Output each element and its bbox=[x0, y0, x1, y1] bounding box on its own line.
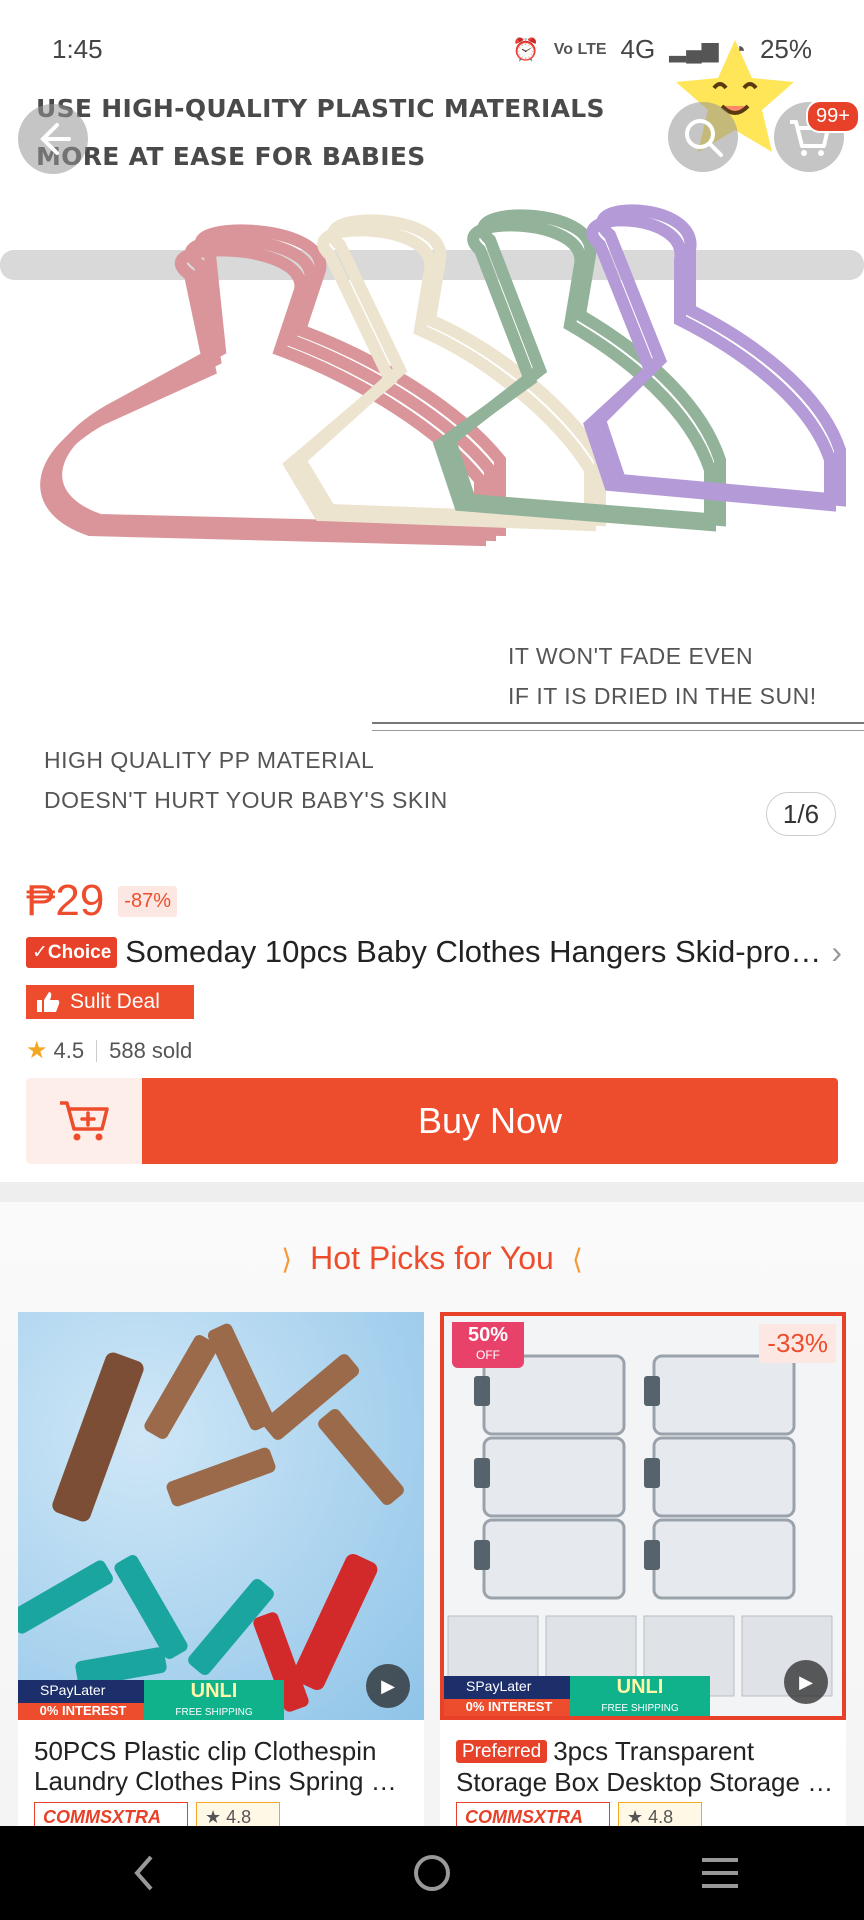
system-navigation-bar bbox=[0, 1826, 864, 1920]
caption-line: IF IT IS DRIED IN THE SUN! bbox=[508, 683, 817, 709]
card-name-line: 50PCS Plastic clip Clothespin bbox=[34, 1736, 377, 1766]
hangers-illustration bbox=[0, 204, 864, 547]
sparkle-right-icon: ⟨ bbox=[571, 1244, 583, 1275]
card-name-line: Storage Box Desktop Storage Organizer bbox=[456, 1767, 836, 1797]
recents-menu-icon bbox=[702, 1858, 738, 1888]
hot-picks-section: ⟩ Hot Picks for You ⟨ SPayLater 0% INTER… bbox=[0, 1202, 864, 1842]
purchase-action-bar: Buy Now bbox=[26, 1078, 838, 1164]
home-circle-icon bbox=[414, 1855, 450, 1891]
product-card[interactable]: 50% OFF -33% SPayLater 0% INTEREST UNLI … bbox=[440, 1312, 846, 1842]
off-percent-badge: 50% OFF bbox=[452, 1322, 524, 1368]
storage-box-illustration bbox=[447, 1354, 833, 1697]
status-time: 1:45 bbox=[52, 34, 103, 64]
interest-label: 0% INTEREST bbox=[444, 1699, 574, 1716]
back-arrow-icon bbox=[40, 123, 71, 155]
sold-count: 588 sold bbox=[109, 1037, 193, 1063]
product-title-row[interactable]: ✓Choice Someday 10pcs Baby Clothes Hange… bbox=[26, 930, 842, 974]
product-card-image: SPayLater 0% INTEREST UNLI FREE SHIPPING… bbox=[18, 1312, 424, 1720]
rating-row[interactable]: ★ 4.5 588 sold bbox=[26, 1036, 192, 1065]
alarm-icon: ⏰ bbox=[512, 36, 540, 62]
hero-caption-fade: IT WON'T FADE EVEN IF IT IS DRIED IN THE… bbox=[508, 636, 817, 716]
discount-badge: -87% bbox=[118, 885, 177, 917]
hot-picks-header: ⟩ Hot Picks for You ⟨ bbox=[0, 1240, 864, 1277]
free-shipping-label: FREE SHIPPING bbox=[175, 1707, 253, 1718]
product-card[interactable]: SPayLater 0% INTEREST UNLI FREE SHIPPING… bbox=[18, 1312, 424, 1842]
battery-level: 25% bbox=[759, 34, 812, 64]
caption-line: IT WON'T FADE EVEN bbox=[508, 643, 754, 669]
spaylater-label: SPayLater bbox=[466, 1678, 532, 1694]
back-button[interactable] bbox=[18, 104, 88, 174]
spaylater-badge: SPayLater 0% INTEREST bbox=[18, 1680, 148, 1720]
caption-line: DOESN'T HURT YOUR BABY'S SKIN bbox=[44, 787, 448, 813]
product-title: Someday 10pcs Baby Clothes Hangers Skid-… bbox=[125, 934, 825, 969]
signal-icon: ▂▄▆ bbox=[669, 36, 719, 62]
add-to-cart-button[interactable] bbox=[26, 1078, 142, 1164]
cart-count-badge: 99+ bbox=[806, 100, 860, 133]
off-label: OFF bbox=[476, 1348, 500, 1362]
unli-label: UNLI bbox=[616, 1676, 664, 1698]
card-discount-badge: -33% bbox=[759, 1324, 836, 1363]
hot-picks-title: Hot Picks for You bbox=[310, 1240, 554, 1276]
free-shipping-label: FREE SHIPPING bbox=[601, 1703, 679, 1714]
unli-shipping-badge: UNLI FREE SHIPPING bbox=[570, 1676, 710, 1716]
buy-now-button[interactable]: Buy Now bbox=[142, 1078, 838, 1164]
image-counter: 1/6 bbox=[766, 792, 836, 836]
unli-shipping-badge: UNLI FREE SHIPPING bbox=[144, 1680, 284, 1720]
product-price: ₱29 bbox=[26, 876, 105, 925]
product-card-image: 50% OFF -33% SPayLater 0% INTEREST UNLI … bbox=[440, 1312, 846, 1720]
search-button[interactable] bbox=[668, 102, 738, 172]
promo-strip: SPayLater 0% INTEREST UNLI FREE SHIPPING bbox=[444, 1676, 842, 1716]
thumbs-up-icon bbox=[26, 985, 70, 1019]
card-name-text: 3pcs Transparent bbox=[553, 1736, 755, 1766]
deal-label: Sulit Deal bbox=[70, 990, 160, 1013]
back-chevron-icon bbox=[134, 1855, 153, 1891]
play-video-icon[interactable]: ▶ bbox=[366, 1664, 410, 1708]
data-saver-icon: ◔ bbox=[732, 36, 746, 62]
hero-divider-line bbox=[372, 730, 864, 731]
sparkle-left-icon: ⟩ bbox=[281, 1244, 293, 1275]
chevron-right-icon: › bbox=[831, 934, 842, 970]
interest-label: 0% INTEREST bbox=[18, 1703, 148, 1720]
off-percent-value: 50% bbox=[467, 1324, 509, 1346]
choice-badge: ✓Choice bbox=[26, 936, 118, 968]
clothespins-illustration bbox=[18, 1323, 404, 1712]
hero-divider-line bbox=[372, 722, 864, 724]
system-home-button[interactable] bbox=[372, 1843, 492, 1903]
promo-strip: SPayLater 0% INTEREST UNLI FREE SHIPPING bbox=[18, 1680, 424, 1720]
add-to-cart-icon bbox=[60, 1101, 109, 1141]
card-name-line: Laundry Clothes Pins Spring Clips bbox=[34, 1766, 414, 1796]
preferred-badge: Preferred bbox=[456, 1740, 548, 1763]
product-card-name: 50PCS Plastic clip Clothespin Laundry Cl… bbox=[34, 1736, 414, 1796]
product-card-name: Preferred 3pcs Transparent Storage Box De… bbox=[456, 1736, 836, 1797]
section-divider bbox=[0, 1182, 864, 1202]
search-icon bbox=[685, 119, 723, 157]
star-icon: ★ bbox=[26, 1037, 48, 1064]
system-back-button[interactable] bbox=[84, 1843, 204, 1903]
status-indicators: ⏰ Vo LTE 4G ▂▄▆ ◔ 25% bbox=[512, 34, 812, 65]
play-video-icon[interactable]: ▶ bbox=[784, 1660, 828, 1704]
caption-line: HIGH QUALITY PP MATERIAL bbox=[44, 747, 375, 773]
network-type: 4G bbox=[620, 34, 656, 64]
hero-caption-material: HIGH QUALITY PP MATERIAL DOESN'T HURT YO… bbox=[44, 740, 448, 820]
sulit-deal-badge: Sulit Deal bbox=[26, 985, 194, 1019]
hero-headline-2: MORE AT EASE FOR BABIES bbox=[36, 142, 426, 171]
unli-label: UNLI bbox=[190, 1680, 238, 1702]
status-bar: 1:45 ⏰ Vo LTE 4G ▂▄▆ ◔ 25% bbox=[0, 0, 864, 100]
spaylater-label: SPayLater bbox=[40, 1682, 106, 1698]
spaylater-badge: SPayLater 0% INTEREST bbox=[444, 1676, 574, 1716]
card-name-line: Preferred 3pcs Transparent bbox=[456, 1736, 836, 1767]
system-recents-button[interactable] bbox=[660, 1843, 780, 1903]
price-row: ₱29 -87% bbox=[26, 876, 177, 926]
volte-label: Vo LTE bbox=[553, 40, 607, 58]
rating-separator bbox=[96, 1039, 98, 1062]
rating-value: 4.5 bbox=[53, 1037, 85, 1063]
